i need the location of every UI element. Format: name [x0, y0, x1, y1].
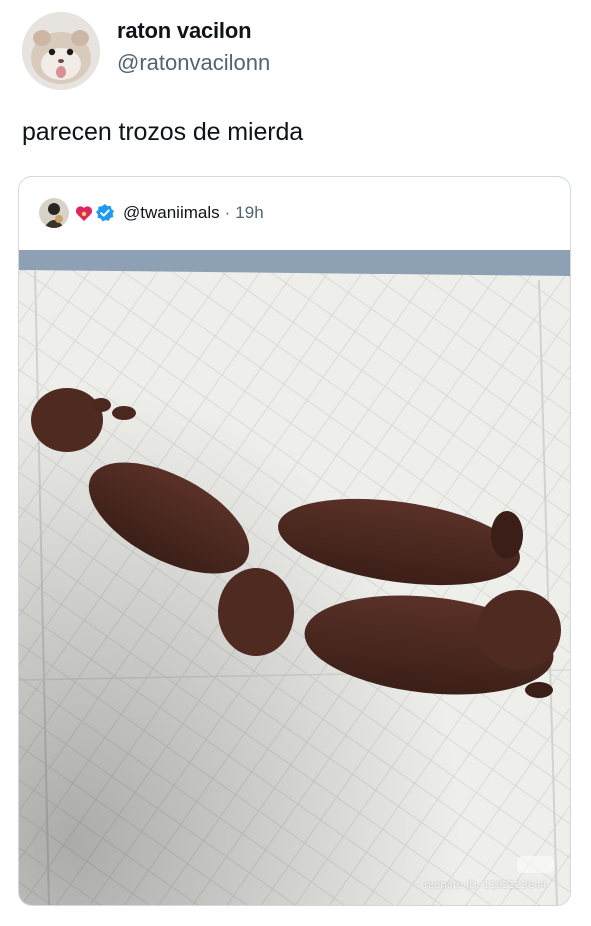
post-header: raton vacilon @ratonvacilonn: [22, 12, 270, 90]
heart-emoji-icon: [75, 205, 93, 222]
puppies-photo[interactable]: [19, 250, 570, 905]
hamster-avatar-icon[interactable]: [22, 12, 100, 90]
tweet-text: parecen trozos de mierda: [22, 118, 304, 146]
timestamp[interactable]: 19h: [235, 203, 263, 223]
separator-dot: ·: [224, 203, 231, 222]
rednote-logo-watermark: 小红书: [517, 856, 555, 873]
quoted-handle[interactable]: @twaniimals: [123, 203, 220, 223]
rednote-id-watermark: rednote ID: 1182123644: [424, 880, 547, 891]
quoted-tweet-header: @twaniimals · 19h: [19, 177, 570, 249]
display-name[interactable]: raton vacilon: [117, 18, 270, 44]
verified-badge-icon: [95, 203, 115, 223]
quoted-profile-avatar-icon[interactable]: [39, 198, 69, 228]
user-handle[interactable]: @ratonvacilonn: [117, 50, 270, 76]
quoted-tweet-card[interactable]: @twaniimals · 19h 小红书 rednote ID: 118212…: [18, 176, 571, 906]
